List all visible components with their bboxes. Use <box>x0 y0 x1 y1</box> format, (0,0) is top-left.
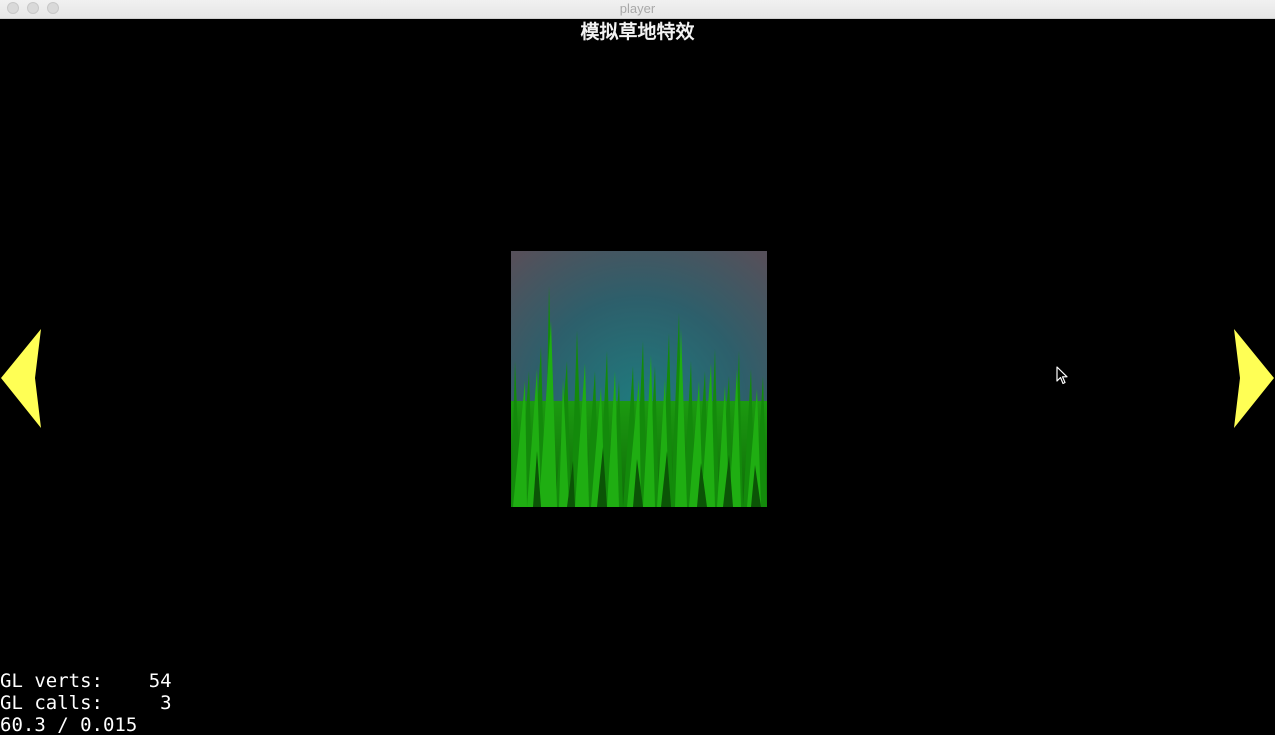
gl-verts-line: GL verts: 54 <box>0 670 172 692</box>
arrow-left-icon <box>1 329 41 428</box>
fps-line: 60.3 / 0.015 <box>0 714 138 735</box>
window-title: player <box>619 1 656 16</box>
scene-title: 模拟草地特效 <box>580 21 695 43</box>
title-bar[interactable]: player <box>0 0 1275 19</box>
prev-scene-button[interactable] <box>0 328 42 430</box>
next-scene-button[interactable] <box>1233 328 1275 430</box>
player-window: player 模拟草地特效 GL verts: 54 GL calls: 3 6… <box>0 0 1275 735</box>
arrow-right-icon <box>1234 329 1274 428</box>
mouse-cursor-icon <box>1056 366 1070 386</box>
grass-field-icon <box>511 251 767 507</box>
gl-stats-panel: GL verts: 54 GL calls: 3 60.3 / 0.015 <box>0 670 172 735</box>
grass-preview <box>511 251 767 507</box>
gl-calls-line: GL calls: 3 <box>0 692 172 714</box>
